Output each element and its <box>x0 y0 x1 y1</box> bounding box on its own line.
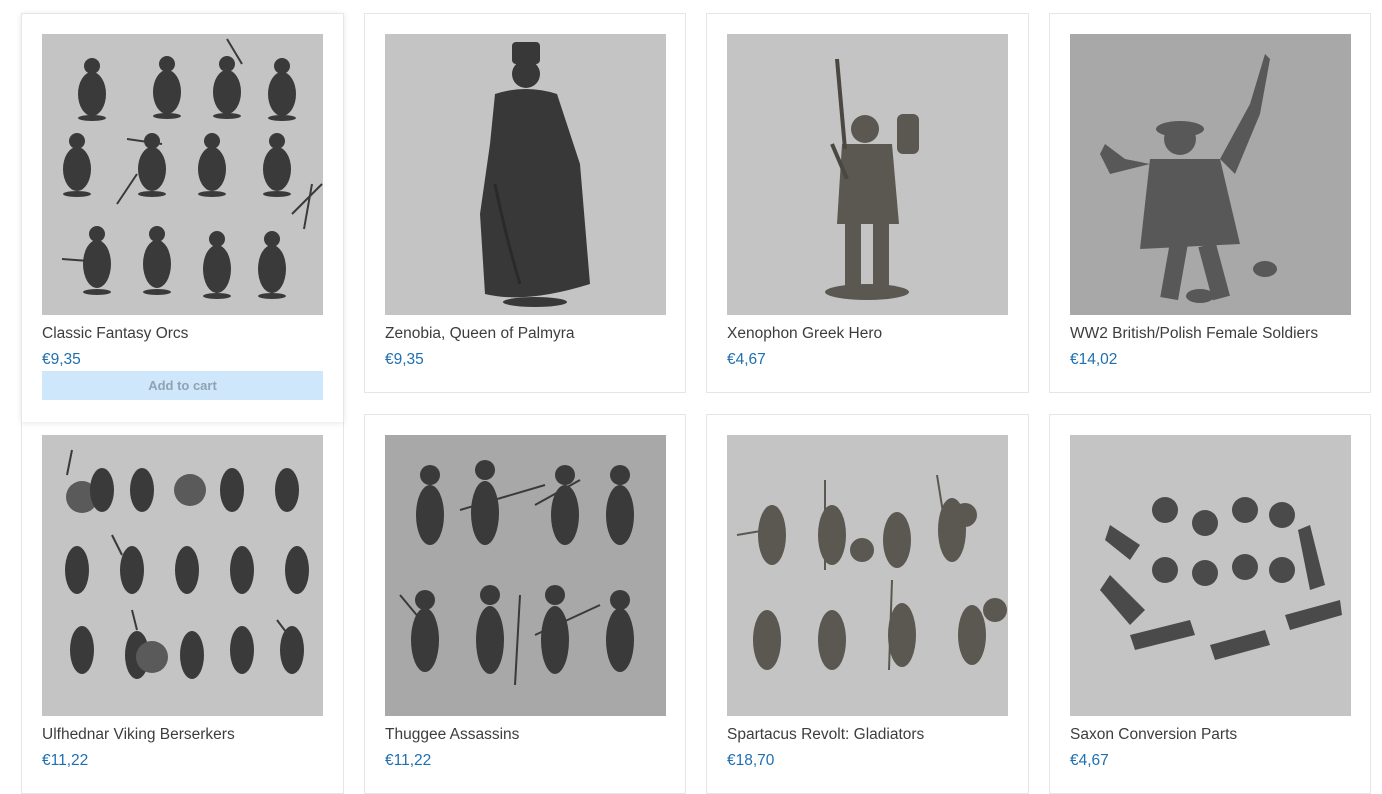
product-title[interactable]: Saxon Conversion Parts <box>1070 726 1237 744</box>
product-price: €9,35 <box>385 351 424 368</box>
miniatures-illustration <box>727 435 1008 716</box>
assassin-miniatures-image[interactable] <box>385 435 666 716</box>
orc-miniatures-image[interactable] <box>42 34 323 315</box>
product-price: €18,70 <box>727 752 775 769</box>
product-card[interactable]: Spartacus Revolt: Gladiators €18,70 <box>706 414 1029 794</box>
product-title[interactable]: Thuggee Assassins <box>385 726 519 744</box>
queen-miniature-image[interactable] <box>385 34 666 315</box>
greek-hero-miniature-image[interactable] <box>727 34 1008 315</box>
product-title[interactable]: Xenophon Greek Hero <box>727 325 882 343</box>
product-title[interactable]: Zenobia, Queen of Palmyra <box>385 325 575 343</box>
conversion-parts-image[interactable] <box>1070 435 1351 716</box>
product-card[interactable]: Ulfhednar Viking Berserkers €11,22 <box>21 414 344 794</box>
product-price: €11,22 <box>42 752 89 769</box>
product-card[interactable]: Xenophon Greek Hero €4,67 <box>706 13 1029 393</box>
product-price: €9,35 <box>42 351 81 368</box>
product-title[interactable]: Spartacus Revolt: Gladiators <box>727 726 924 744</box>
product-price: €11,22 <box>385 752 432 769</box>
product-price: €4,67 <box>727 351 766 368</box>
ww2-soldier-miniature-image[interactable] <box>1070 34 1351 315</box>
product-title[interactable]: Ulfhednar Viking Berserkers <box>42 726 235 744</box>
product-title[interactable]: WW2 British/Polish Female Soldiers <box>1070 325 1318 343</box>
miniature-illustration <box>385 34 666 315</box>
product-price: €4,67 <box>1070 752 1109 769</box>
miniature-illustration <box>1070 34 1351 315</box>
product-card[interactable]: WW2 British/Polish Female Soldiers €14,0… <box>1049 13 1371 393</box>
miniatures-illustration <box>42 34 323 315</box>
viking-miniatures-image[interactable] <box>42 435 323 716</box>
product-price: €14,02 <box>1070 351 1118 368</box>
miniatures-illustration <box>42 435 323 716</box>
product-card[interactable]: Saxon Conversion Parts €4,67 <box>1049 414 1371 794</box>
product-title[interactable]: Classic Fantasy Orcs <box>42 325 188 343</box>
product-card[interactable]: Classic Fantasy Orcs €9,35 Add to cart <box>21 13 344 422</box>
gladiator-miniatures-image[interactable] <box>727 435 1008 716</box>
miniatures-illustration <box>1070 435 1351 716</box>
product-card[interactable]: Thuggee Assassins €11,22 <box>364 414 686 794</box>
miniature-illustration <box>727 34 1008 315</box>
miniatures-illustration <box>385 435 666 716</box>
product-card[interactable]: Zenobia, Queen of Palmyra €9,35 <box>364 13 686 393</box>
add-to-cart-button[interactable]: Add to cart <box>42 371 323 400</box>
